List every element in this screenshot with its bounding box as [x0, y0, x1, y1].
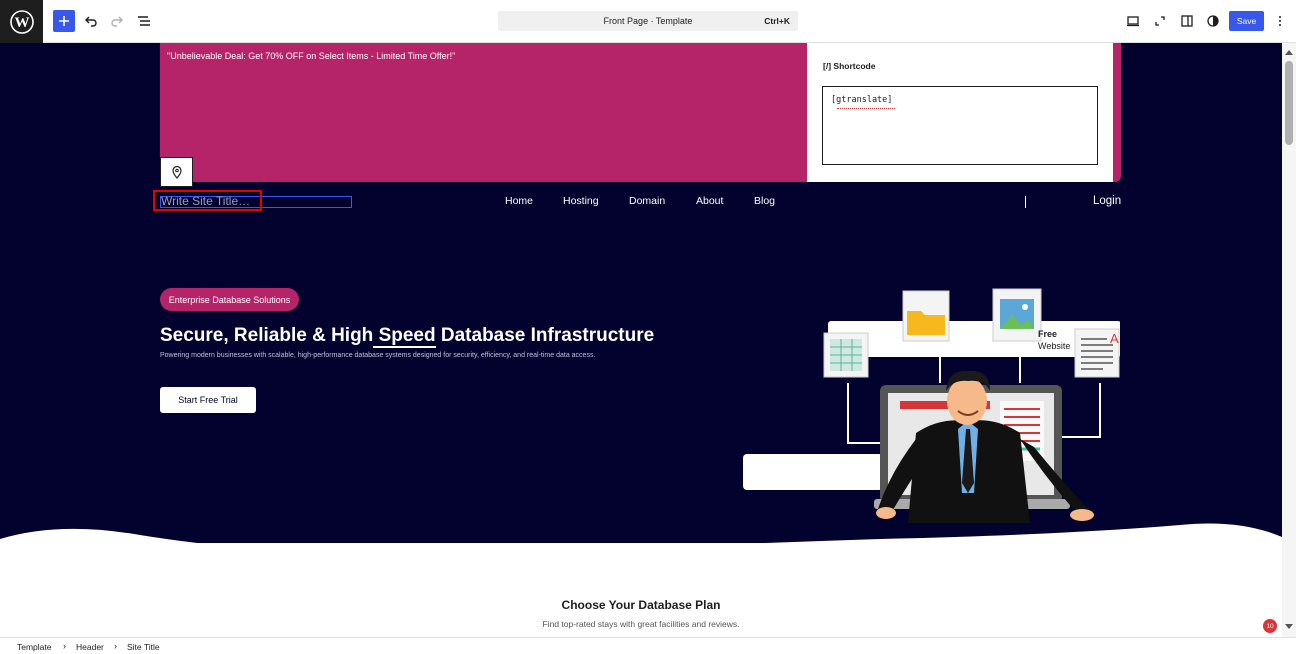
contrast-icon — [1207, 15, 1219, 27]
promo-text: "Unbelievable Deal: Get 70% OFF on Selec… — [167, 51, 456, 61]
notification-badge[interactable]: 10 — [1263, 619, 1277, 633]
hero-badge: Enterprise Database Solutions — [160, 288, 299, 311]
website-label: Website — [1038, 341, 1071, 351]
svg-text:A: A — [1110, 331, 1119, 346]
breadcrumb-site-title: Site Title — [127, 642, 160, 652]
view-site-button[interactable] — [1149, 10, 1171, 32]
wordpress-logo-button[interactable]: W — [0, 0, 43, 43]
nav-item-hosting[interactable]: Hosting — [563, 195, 599, 207]
device-preview-button[interactable] — [1122, 10, 1144, 32]
svg-text:W: W — [14, 15, 29, 31]
styles-button[interactable] — [1202, 10, 1224, 32]
canvas-scrollbar[interactable] — [1282, 43, 1296, 637]
scrollbar-thumb[interactable] — [1285, 61, 1293, 145]
nav-item-about[interactable]: About — [696, 195, 723, 207]
undo-button[interactable] — [80, 10, 102, 32]
free-label: Free — [1038, 329, 1058, 339]
shortcode-icon: [/] — [823, 61, 832, 71]
more-vertical-icon — [1279, 16, 1281, 26]
breadcrumb-template[interactable]: Template — [17, 642, 52, 652]
add-block-button[interactable] — [53, 10, 75, 32]
scroll-up-icon — [1285, 50, 1293, 55]
external-icon — [1155, 16, 1165, 26]
wave-divider — [0, 523, 1282, 573]
plans-subtitle: Find top-rated stays with great faciliti… — [542, 619, 740, 629]
map-pin-icon — [171, 165, 182, 179]
editor-canvas[interactable]: "Unbelievable Deal: Get 70% OFF on Selec… — [0, 43, 1282, 637]
location-block-button[interactable] — [160, 157, 193, 187]
shortcode-content: [gtranslate] — [831, 95, 893, 105]
login-link[interactable]: Login — [1093, 195, 1121, 207]
chevron-right-icon: › — [114, 641, 117, 651]
chevron-right-icon: › — [63, 641, 66, 651]
shortcode-textarea[interactable]: [gtranslate] — [822, 86, 1098, 165]
redo-icon — [111, 16, 123, 27]
nav-item-blog[interactable]: Blog — [754, 195, 775, 207]
start-free-trial-button[interactable]: Start Free Trial — [160, 387, 256, 413]
redo-button[interactable] — [106, 10, 128, 32]
sidebar-icon — [1181, 15, 1193, 27]
spellcheck-underline — [837, 107, 895, 109]
hero-subline: Powering modern businesses with scalable… — [160, 352, 596, 359]
selection-highlight — [153, 190, 262, 211]
nav-item-home[interactable]: Home — [505, 195, 533, 207]
options-menu-button[interactable] — [1269, 10, 1291, 32]
editor-toolbar: W Front Page · Template Ctrl+K Save — [0, 0, 1296, 43]
shortcode-block[interactable]: [/] Shortcode [gtranslate] — [807, 43, 1113, 182]
breadcrumb-header[interactable]: Header — [76, 642, 104, 652]
block-breadcrumb: Template › Header › Site Title — [0, 637, 1296, 654]
text-caret — [1025, 196, 1026, 208]
scroll-down-icon — [1285, 624, 1293, 629]
settings-sidebar-button[interactable] — [1176, 10, 1198, 32]
document-overview-button[interactable] — [133, 10, 155, 32]
shortcode-label: [/] Shortcode — [823, 61, 876, 71]
save-button[interactable]: Save — [1229, 11, 1264, 31]
plans-title: Choose Your Database Plan — [561, 598, 721, 612]
desktop-icon — [1127, 16, 1139, 27]
plus-icon — [59, 16, 69, 26]
undo-icon — [85, 16, 97, 27]
template-title: Front Page · Template — [603, 16, 693, 26]
wordpress-icon: W — [9, 9, 34, 34]
nav-item-domain[interactable]: Domain — [629, 195, 665, 207]
command-palette-bar[interactable]: Front Page · Template Ctrl+K — [498, 11, 798, 31]
hero-illustration: A — [823, 288, 1120, 523]
list-view-icon — [138, 16, 150, 26]
shortcut-hint: Ctrl+K — [764, 16, 790, 26]
hero-headline[interactable]: Secure, Reliable & High Speed Database I… — [160, 325, 654, 348]
